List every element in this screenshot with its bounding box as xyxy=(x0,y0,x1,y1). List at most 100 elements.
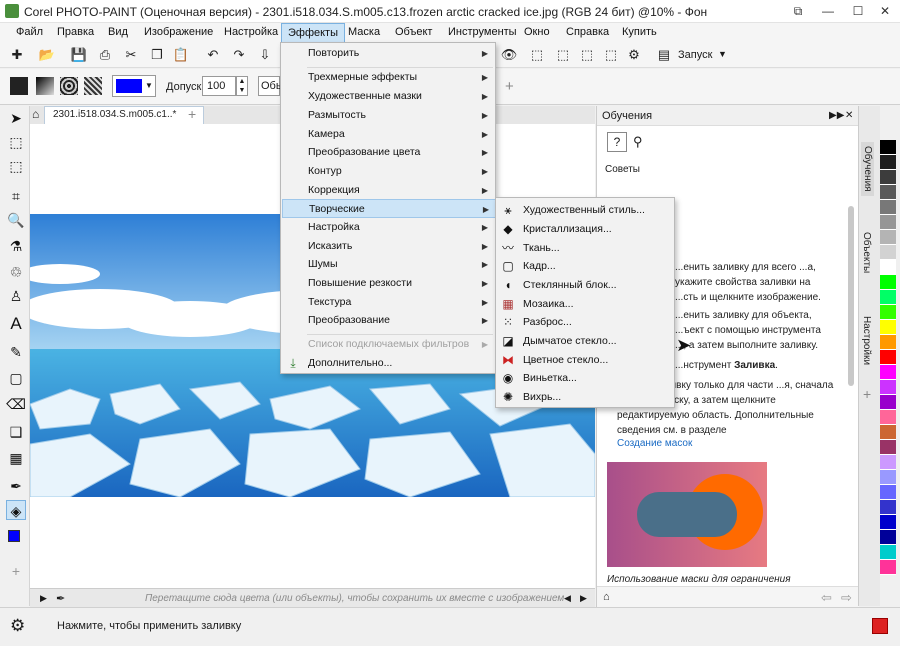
palette-swatch[interactable] xyxy=(880,335,896,350)
palette-swatch[interactable] xyxy=(880,470,896,485)
partial-field[interactable]: Обь xyxy=(258,76,282,96)
launch-icon[interactable]: ▤ xyxy=(655,46,673,64)
palette-swatch[interactable] xyxy=(880,155,896,170)
scroll-right-icon[interactable]: ▶ xyxy=(580,593,587,604)
text-tool-icon[interactable]: A xyxy=(6,314,26,334)
fill-bitmap-icon[interactable] xyxy=(60,77,78,95)
mask-rectangle-tool-icon[interactable]: ⬚ xyxy=(6,132,26,152)
menu-item-noise[interactable]: Шумы ▶ xyxy=(282,255,494,274)
home-icon[interactable]: ⌂ xyxy=(32,107,39,121)
palette-swatch[interactable] xyxy=(880,260,896,275)
palette-swatch[interactable] xyxy=(880,485,896,500)
add-docker-icon[interactable]: + xyxy=(863,386,871,402)
palette-swatch[interactable] xyxy=(880,545,896,560)
menu-buy[interactable]: Купить xyxy=(622,26,657,38)
menu-item-3d-effects[interactable]: Трехмерные эффекты ▶ xyxy=(282,68,494,87)
add-tab-button[interactable]: + xyxy=(188,106,196,122)
palette-swatch[interactable] xyxy=(880,350,896,365)
menu-item-creative[interactable]: Творческие ▶ xyxy=(282,199,496,218)
menu-item-contour[interactable]: Контур ▶ xyxy=(282,162,494,181)
menu-edit[interactable]: Правка xyxy=(57,26,94,38)
copy-icon[interactable]: ❐ xyxy=(148,46,166,64)
submenu-item-artistic-style[interactable]: ⚹ Художественный стиль... xyxy=(497,201,673,220)
palette-swatch[interactable] xyxy=(880,440,896,455)
add-tool-icon[interactable]: + xyxy=(6,561,26,581)
redo-icon[interactable]: ↷ xyxy=(230,46,248,64)
foreground-color-swatch[interactable] xyxy=(8,530,20,542)
fill-bucket-tool-icon[interactable]: ◈ xyxy=(6,500,26,520)
palette-swatch[interactable] xyxy=(880,290,896,305)
expand-chevron-icon[interactable]: ▶ xyxy=(40,593,47,604)
submenu-item-mosaic[interactable]: ▦ Мозаика... xyxy=(497,295,673,314)
color-profile-icon[interactable] xyxy=(872,618,888,634)
menu-tools[interactable]: Инструменты xyxy=(448,26,517,38)
submenu-item-crystallize[interactable]: ◆ Кристаллизация... xyxy=(497,220,673,239)
tab-learning[interactable]: Обучения xyxy=(861,142,874,196)
menu-image[interactable]: Изображение xyxy=(144,26,213,38)
palette-swatch[interactable] xyxy=(880,515,896,530)
save-icon[interactable]: 💾 xyxy=(70,46,88,64)
tab-objects[interactable]: Объекты xyxy=(861,232,872,273)
palette-swatch[interactable] xyxy=(880,245,896,260)
open-folder-icon[interactable]: 📂 xyxy=(38,46,56,64)
clone-tool-icon[interactable]: ♙ xyxy=(6,286,26,306)
menu-item-correction[interactable]: Коррекция ▶ xyxy=(282,181,494,200)
palette-swatch[interactable] xyxy=(880,425,896,440)
fill-uniform-icon[interactable] xyxy=(10,77,28,95)
palette-swatch[interactable] xyxy=(880,200,896,215)
palette-swatch[interactable] xyxy=(880,320,896,335)
palette-swatch[interactable] xyxy=(880,560,896,575)
undo-icon[interactable]: ↶ xyxy=(204,46,222,64)
palette-swatch[interactable] xyxy=(880,275,896,290)
zoom-tool-icon[interactable]: 🔍 xyxy=(6,210,26,230)
tab-settings[interactable]: Настройки xyxy=(861,316,872,365)
pick-tool-icon[interactable]: ➤ xyxy=(6,108,26,128)
menu-item-adjust[interactable]: Настройка ▶ xyxy=(282,218,494,237)
palette-swatch[interactable] xyxy=(880,410,896,425)
menu-item-art-strokes[interactable]: Художественные мазки ▶ xyxy=(282,87,494,106)
create-masks-link[interactable]: Создание масок xyxy=(617,438,692,449)
fill-color-picker[interactable]: ▼ xyxy=(112,75,156,97)
cut-icon[interactable]: ✂ xyxy=(122,46,140,64)
palette-swatch[interactable] xyxy=(880,380,896,395)
palette-swatch[interactable] xyxy=(880,365,896,380)
mask-transform-tool-icon[interactable]: ⬚ xyxy=(6,156,26,176)
app-icon[interactable] xyxy=(5,4,19,18)
submenu-item-scatter[interactable]: ⁙ Разброс... xyxy=(497,313,673,332)
menu-view[interactable]: Вид xyxy=(108,26,128,38)
menu-object[interactable]: Объект xyxy=(395,26,432,38)
palette-swatch[interactable] xyxy=(880,140,896,155)
restore-icon[interactable]: ⧉ xyxy=(783,0,813,23)
eyedropper-icon[interactable]: ✒ xyxy=(6,476,26,496)
fill-texture-icon[interactable] xyxy=(84,77,102,95)
palette-swatch[interactable] xyxy=(880,455,896,470)
submenu-item-smoked-glass[interactable]: ◪ Дымчатое стекло... xyxy=(497,332,673,351)
submenu-item-frame[interactable]: ▢ Кадр... xyxy=(497,257,673,276)
transparency-tool-icon[interactable]: ▦ xyxy=(6,448,26,468)
menu-item-blur[interactable]: Размытость ▶ xyxy=(282,106,494,125)
palette-swatch[interactable] xyxy=(880,500,896,515)
menu-item-sharpen[interactable]: Повышение резкости ▶ xyxy=(282,274,494,293)
menu-item-texture[interactable]: Текстура ▶ xyxy=(282,293,494,312)
palette-swatch[interactable] xyxy=(880,185,896,200)
menu-item-more[interactable]: ⤓ Дополнительно... xyxy=(282,354,494,373)
red-eye-tool-icon[interactable]: ♲ xyxy=(6,262,26,282)
eyedropper-group-icon[interactable]: ⚗ xyxy=(6,236,26,256)
menu-help[interactable]: Справка xyxy=(566,26,609,38)
minimize-button[interactable]: — xyxy=(813,0,843,23)
paste-icon[interactable]: 📋 xyxy=(172,46,190,64)
print-icon[interactable]: ⎙ xyxy=(96,46,114,64)
menu-mask[interactable]: Маска xyxy=(348,26,380,38)
menu-item-camera[interactable]: Камера ▶ xyxy=(282,125,494,144)
launch-chevron-down-icon[interactable]: ▼ xyxy=(718,49,727,59)
submenu-item-vortex[interactable]: ✺ Вихрь... xyxy=(497,388,673,407)
options-gear-icon[interactable]: ⚙ xyxy=(625,46,643,64)
menu-file[interactable]: Файл xyxy=(16,26,43,38)
menu-item-repeat[interactable]: Повторить ▶ xyxy=(282,44,494,63)
panel-expand-icon[interactable]: ▶▶ xyxy=(829,110,844,121)
mask-remove-icon[interactable]: ⬚ xyxy=(578,46,596,64)
import-icon[interactable]: ⇩ xyxy=(256,46,274,64)
panel-collapse-icon[interactable]: ✕ xyxy=(845,110,853,121)
add-icon[interactable]: + xyxy=(505,78,514,95)
forward-icon[interactable]: ⇨ xyxy=(841,590,852,606)
